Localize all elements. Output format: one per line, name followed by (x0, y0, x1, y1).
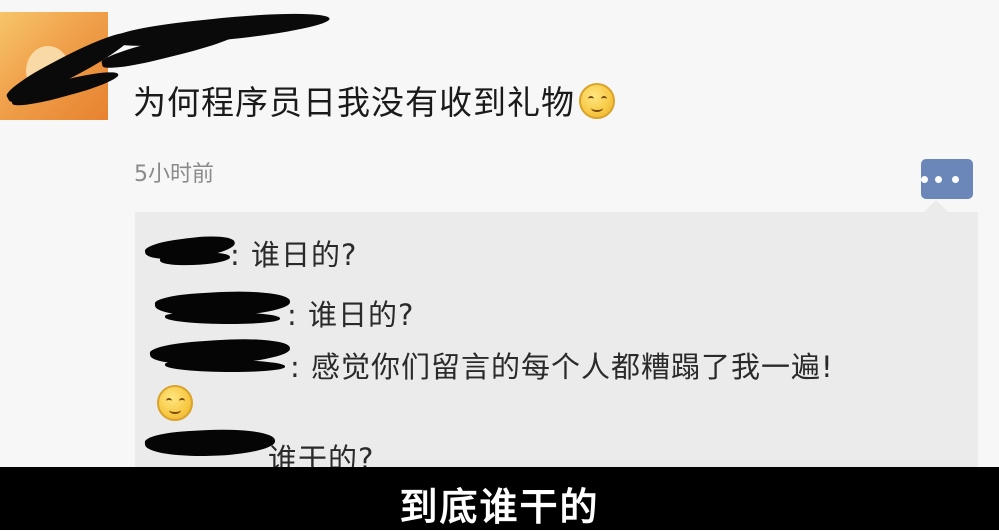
video-caption: 到底谁干的 (399, 485, 600, 529)
comment-button[interactable] (921, 159, 973, 199)
comment-text: : 谁日的? (230, 238, 358, 272)
comment-text: : 感觉你们留言的每个人都糟蹋了我一遍! (290, 350, 834, 384)
post-text: 为何程序员日我没有收到礼物 (133, 76, 615, 124)
smile-emoji-icon (157, 385, 193, 421)
comment-text: : 谁日的? (287, 298, 415, 332)
smile-emoji-icon (579, 83, 615, 119)
more-dots-icon (921, 176, 928, 183)
post-text-content: 为何程序员日我没有收到礼物 (133, 83, 575, 122)
post-time: 5小时前 (134, 162, 214, 187)
